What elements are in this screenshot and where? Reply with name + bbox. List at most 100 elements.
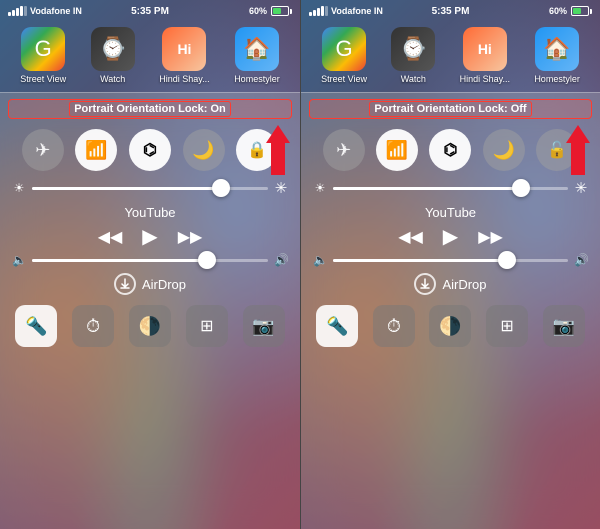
battery-icon-left: [271, 6, 292, 16]
rotation-lock-icon-right: 🔓: [547, 140, 567, 160]
brightness-row-left: ☀ ✳: [0, 177, 300, 199]
brightness-low-icon-right: ☀: [313, 181, 327, 195]
play-button-right[interactable]: ▶: [443, 224, 458, 249]
brightness-fill-right: [333, 187, 521, 190]
volume-low-icon-left: 🔈: [12, 253, 26, 267]
volume-high-icon-left: 🔊: [274, 253, 288, 267]
signal-bars-right: [309, 6, 328, 16]
airplane-toggle-left[interactable]: ✈: [22, 129, 64, 171]
app-watch-left[interactable]: ⌚ Watch: [91, 27, 135, 84]
airdrop-row-right: AirDrop: [301, 269, 600, 299]
moon-toggle-left[interactable]: 🌙: [183, 129, 225, 171]
signal-bar-r2: [313, 10, 316, 16]
forward-button-right[interactable]: ▶▶: [478, 227, 503, 247]
timer-button-left[interactable]: ⏱: [72, 305, 114, 347]
nightmode-button-right[interactable]: 🌗: [429, 305, 471, 347]
airdrop-icon-left: [114, 273, 136, 295]
volume-fill-right: [333, 259, 507, 262]
app-homestyler-left[interactable]: 🏠 Homestyler: [234, 27, 280, 84]
battery-body-left: [271, 6, 289, 16]
app-hindi-right[interactable]: Hi Hindi Shay...: [460, 27, 510, 84]
status-right-right: 60%: [549, 6, 592, 16]
red-arrow-left: [266, 125, 290, 175]
brightness-thumb-left[interactable]: [212, 179, 230, 197]
app-street-view-right[interactable]: G Street View: [321, 27, 367, 84]
battery-tip-left: [290, 9, 292, 14]
app-homestyler-right[interactable]: 🏠 Homestyler: [534, 27, 580, 84]
signal-bar-r4: [321, 6, 324, 16]
airdrop-row-left: AirDrop: [0, 269, 300, 299]
calculator-button-left[interactable]: ⊞: [186, 305, 228, 347]
brightness-fill-left: [32, 187, 221, 190]
arrow-body-left: [271, 143, 285, 175]
app-street-view-left[interactable]: G Street View: [20, 27, 66, 84]
moon-icon-left: 🌙: [192, 140, 214, 161]
flashlight-icon-left: 🔦: [25, 316, 47, 337]
airdrop-icon-right: [414, 273, 436, 295]
toggle-row-right: ✈ 📶 ⌬ 🌙 🔓: [301, 123, 600, 177]
rewind-button-left[interactable]: ◀◀: [98, 227, 123, 247]
app-hindi-left[interactable]: Hi Hindi Shay...: [159, 27, 209, 84]
volume-track-left[interactable]: [32, 259, 268, 262]
app-watch-right[interactable]: ⌚ Watch: [391, 27, 435, 84]
wifi-icon-left: 📶: [85, 140, 107, 161]
forward-button-left[interactable]: ▶▶: [178, 227, 203, 247]
camera-button-left[interactable]: 📷: [243, 305, 285, 347]
volume-row-right: 🔈 🔊: [301, 251, 600, 269]
airplane-toggle-right[interactable]: ✈: [323, 129, 365, 171]
moon-icon-right: 🌙: [493, 140, 515, 161]
signal-bar-3: [16, 8, 19, 16]
app-icon-hindi-left: Hi: [162, 27, 206, 71]
timer-button-right[interactable]: ⏱: [373, 305, 415, 347]
signal-bar-4: [20, 6, 23, 16]
wifi-toggle-right[interactable]: 📶: [376, 129, 418, 171]
signal-bar-r3: [317, 8, 320, 16]
volume-track-right[interactable]: [333, 259, 568, 262]
airdrop-label-left: AirDrop: [142, 277, 186, 292]
camera-button-right[interactable]: 📷: [543, 305, 585, 347]
brightness-high-icon-left: ✳: [274, 179, 288, 197]
app-icon-homestyler-left: 🏠: [235, 27, 279, 71]
play-button-left[interactable]: ▶: [142, 224, 157, 249]
brightness-low-icon-left: ☀: [12, 181, 26, 195]
airplane-icon-right: ✈: [336, 140, 351, 161]
camera-icon-right: 📷: [552, 316, 574, 337]
brightness-track-right[interactable]: [333, 187, 568, 190]
flashlight-button-left[interactable]: 🔦: [15, 305, 57, 347]
rewind-button-right[interactable]: ◀◀: [398, 227, 423, 247]
volume-thumb-right[interactable]: [498, 251, 516, 269]
airdrop-label-right: AirDrop: [442, 277, 486, 292]
brightness-track-left[interactable]: [32, 187, 268, 190]
arrow-body-right: [571, 143, 585, 175]
red-arrow-right: [566, 125, 590, 175]
volume-fill-left: [32, 259, 207, 262]
airdrop-svg-left: [119, 278, 131, 290]
brightness-row-right: ☀ ✳: [301, 177, 600, 199]
nightmode-button-left[interactable]: 🌗: [129, 305, 171, 347]
bottom-row-right: 🔦 ⏱ 🌗 ⊞ 📷: [301, 299, 600, 355]
wifi-toggle-left[interactable]: 📶: [75, 129, 117, 171]
app-label-homestyler-left: Homestyler: [234, 74, 280, 84]
status-bar-right: Vodafone IN 5:35 PM 60%: [301, 0, 600, 20]
now-playing-right: YouTube ◀◀ ▶ ▶▶: [301, 199, 600, 251]
brightness-thumb-right[interactable]: [512, 179, 530, 197]
airdrop-svg-right: [419, 278, 431, 290]
app-label-hindi-left: Hindi Shay...: [159, 74, 209, 84]
status-left-right: Vodafone IN: [309, 6, 383, 16]
moon-toggle-right[interactable]: 🌙: [483, 129, 525, 171]
bluetooth-toggle-left[interactable]: ⌬: [129, 129, 171, 171]
app-icon-homestyler-right: 🏠: [535, 27, 579, 71]
status-left-left: Vodafone IN: [8, 6, 82, 16]
volume-high-icon-right: 🔊: [574, 253, 588, 267]
calculator-button-right[interactable]: ⊞: [486, 305, 528, 347]
carrier-left: Vodafone IN: [30, 6, 82, 16]
airplane-icon-left: ✈: [35, 140, 50, 161]
bluetooth-toggle-right[interactable]: ⌬: [429, 129, 471, 171]
flashlight-icon-right: 🔦: [326, 316, 348, 337]
flashlight-button-right[interactable]: 🔦: [316, 305, 358, 347]
brightness-high-icon-right: ✳: [574, 179, 588, 197]
arrow-head-right: [566, 125, 590, 143]
now-playing-left: YouTube ◀◀ ▶ ▶▶: [0, 199, 300, 251]
calculator-icon-left: ⊞: [200, 316, 213, 336]
volume-thumb-left[interactable]: [198, 251, 216, 269]
